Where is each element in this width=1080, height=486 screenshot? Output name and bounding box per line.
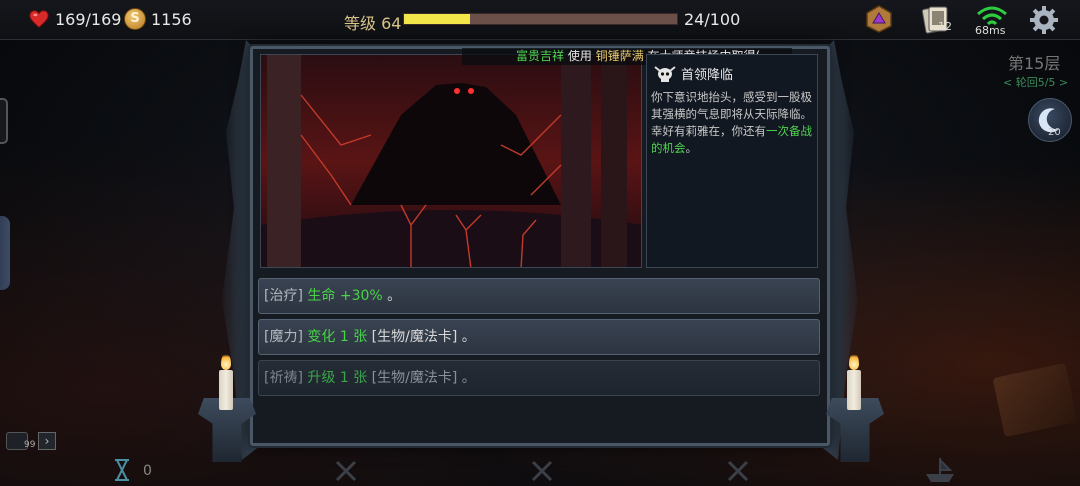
boss-scene-art xyxy=(261,55,641,267)
ping-value: 68ms xyxy=(975,24,1006,37)
event-illustration xyxy=(260,54,642,268)
marquee-verb: 使用 xyxy=(567,49,592,63)
heart-icon xyxy=(29,10,49,28)
flame-left xyxy=(221,352,231,370)
option-rest: 。 xyxy=(382,288,402,304)
hourglass-icon xyxy=(115,459,129,481)
chat-badge: 99 xyxy=(24,440,36,450)
dice-icon[interactable] xyxy=(864,4,894,34)
option-pray[interactable]: [祈祷] 升级 1 张 [生物/魔法卡] 。 xyxy=(258,360,820,396)
level-label: 等级 64 xyxy=(344,14,402,33)
option-magic[interactable]: [魔力] 变化 1 张 [生物/魔法卡] 。 xyxy=(258,319,820,355)
turn-counter: 0 xyxy=(143,463,152,479)
expand-button[interactable]: › xyxy=(38,432,56,450)
option-effect: 变化 1 张 xyxy=(307,329,368,345)
close-x-icon xyxy=(727,460,749,482)
coin-icon: S xyxy=(124,8,146,30)
floor-label: 第15层 xyxy=(1008,54,1061,73)
gold-display: S 1156 xyxy=(124,8,192,30)
xp-text: 24/100 xyxy=(684,10,741,29)
close-x-icon xyxy=(335,460,357,482)
option-effect: 生命 +30% xyxy=(307,288,383,304)
option-tag: [魔力] xyxy=(264,329,303,345)
moon-count: 20 xyxy=(1048,127,1061,138)
gear-icon[interactable] xyxy=(1028,4,1060,36)
flame-right xyxy=(849,352,859,370)
left-drawer-handle[interactable] xyxy=(0,216,10,290)
xp-bar xyxy=(403,13,678,25)
event-desc-line-2: 幸好有莉雅在，你还有一次备战的机会。 xyxy=(651,123,817,157)
hp-value: 169/169 xyxy=(55,9,122,29)
event-title: 首领降临 xyxy=(681,68,734,83)
candle-right xyxy=(847,370,861,410)
option-tag: [祈祷] xyxy=(264,370,303,386)
xp-bar-fill xyxy=(404,14,470,24)
deck-count: 12 xyxy=(938,20,952,33)
event-desc-2-suffix: 。 xyxy=(685,141,698,155)
option-rest: [生物/魔法卡] 。 xyxy=(367,329,476,345)
boss-skull-icon xyxy=(654,66,676,82)
event-desc-line-1: 你下意识地抬头，感受到一股极其强横的气息即将从天际降临。 xyxy=(651,90,812,121)
gold-value: 1156 xyxy=(151,9,192,29)
top-status-bar: 169/169 S 1156 等级 64 24/100 12 68ms xyxy=(0,0,1080,40)
event-description-panel xyxy=(646,54,818,268)
candle-left xyxy=(219,370,233,410)
hp-display: 169/169 xyxy=(28,8,121,30)
option-heal[interactable]: [治疗] 生命 +30% 。 xyxy=(258,278,820,314)
option-rest: [生物/魔法卡] 。 xyxy=(367,370,476,386)
option-effect: 升级 1 张 xyxy=(307,370,368,386)
event-desc-2-prefix: 幸好有莉雅在，你还有 xyxy=(651,124,766,138)
option-tag: [治疗] xyxy=(264,288,303,304)
close-x-icon xyxy=(531,460,553,482)
marquee-player: 富贵吉祥 xyxy=(516,49,565,63)
left-side-tab[interactable] xyxy=(0,98,8,144)
round-selector[interactable]: < 轮回5/5 > xyxy=(1003,74,1068,90)
ship-icon xyxy=(926,458,954,482)
event-description: 你下意识地抬头，感受到一股极其强横的气息即将从天际降临。 幸好有莉雅在，你还有一… xyxy=(651,89,817,157)
marquee-hero: 铜锤萨满 xyxy=(595,49,644,63)
